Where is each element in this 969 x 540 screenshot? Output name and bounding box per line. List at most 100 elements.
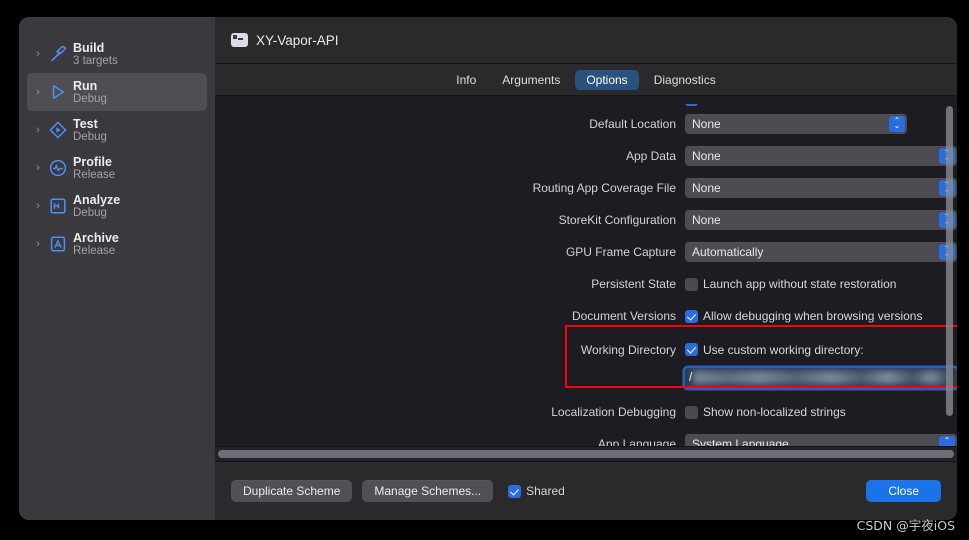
scheme-editor-window: › Build 3 targets › Run Debug › Test Deb…	[19, 17, 957, 520]
sidebar-item-subtitle: Release	[73, 168, 116, 181]
chevron-right-icon[interactable]: ›	[31, 48, 45, 60]
options-list: Core Location Allow Location Simulation …	[215, 96, 957, 446]
option-row-gpu-frame-capture: GPU Frame Capture Automatically ⌃ ⌄	[215, 236, 957, 268]
vertical-scrollbar[interactable]	[946, 106, 953, 416]
sidebar-item-run[interactable]: › Run Debug	[27, 73, 207, 111]
checkbox-label-shared: Shared	[526, 484, 565, 498]
option-label-localization-debug: Localization Debugging	[551, 405, 676, 419]
path-text: /	[689, 372, 693, 384]
watermark: CSDN @宇夜iOS	[856, 518, 955, 533]
scheme-name: XY-Vapor-API	[256, 32, 339, 48]
chevron-down-icon: ⌄	[943, 441, 951, 446]
popup-value-default-location: None	[692, 117, 721, 131]
option-label-storekit-config: StoreKit Configuration	[558, 213, 676, 227]
sidebar-item-subtitle: Debug	[73, 206, 107, 219]
option-row-routing-coverage: Routing App Coverage File None ⌃ ⌄	[215, 172, 957, 204]
archive-box-icon	[45, 232, 71, 256]
shared-checkbox-group[interactable]: Shared	[508, 484, 565, 498]
sidebar-item-title: Profile	[73, 154, 112, 169]
chevron-right-icon[interactable]: ›	[31, 124, 45, 136]
popup-default-location[interactable]: None ⌃ ⌄	[685, 114, 907, 134]
popup-storekit-config[interactable]: None ⌃ ⌄	[685, 210, 957, 230]
options-tabbar: Info Arguments Options Diagnostics	[215, 64, 957, 96]
option-row-app-language: App Language System Language ⌃ ⌄	[215, 428, 957, 446]
checkbox-document-versions[interactable]	[685, 309, 698, 323]
option-row-working-directory: Working Directory Use custom working dir…	[215, 335, 957, 364]
duplicate-scheme-button[interactable]: Duplicate Scheme	[231, 480, 353, 502]
scheme-titlebar: XY-Vapor-API	[215, 17, 957, 64]
sidebar-item-build[interactable]: › Build 3 targets	[27, 35, 207, 73]
popup-gpu-frame-capture[interactable]: Automatically ⌃ ⌄	[685, 242, 957, 262]
popup-value-routing-coverage: None	[692, 181, 721, 195]
stepper-icon[interactable]: ⌃ ⌄	[889, 116, 905, 132]
checkbox-label-working-directory: Use custom working directory:	[703, 342, 864, 357]
popup-value-gpu-frame-capture: Automatically	[692, 245, 764, 259]
option-row-working-directory-path: /	[215, 364, 957, 392]
tab-diagnostics[interactable]: Diagnostics	[643, 70, 727, 90]
option-row-document-versions: Document Versions Allow debugging when b…	[215, 300, 957, 332]
option-row-persistent-state: Persistent State Launch app without stat…	[215, 268, 957, 300]
chevron-right-icon[interactable]: ›	[31, 162, 45, 174]
hammer-icon	[45, 42, 71, 66]
checkbox-shared[interactable]	[508, 484, 522, 498]
stepper-icon[interactable]: ⌃ ⌄	[939, 436, 955, 446]
sidebar-item-archive[interactable]: › Archive Release	[27, 225, 207, 263]
checkbox-label-document-versions: Allow debugging when browsing versions	[703, 309, 923, 323]
horizontal-scrollbar-track[interactable]	[215, 446, 957, 461]
chevron-right-icon[interactable]: ›	[31, 238, 45, 250]
diamond-play-icon	[45, 118, 71, 142]
option-row-default-location: Default Location None ⌃ ⌄	[215, 108, 957, 140]
tab-options[interactable]: Options	[575, 69, 639, 90]
sidebar-item-subtitle: Debug	[73, 92, 107, 105]
redacted-path-overlay	[693, 371, 949, 384]
scheme-editor-content: XY-Vapor-API Info Arguments Options Diag…	[215, 17, 957, 520]
checkbox-label-localization-debug: Show non-localized strings	[703, 405, 846, 419]
tab-info[interactable]: Info	[445, 70, 487, 90]
sidebar-item-title: Archive	[73, 230, 119, 245]
option-label-app-language: App Language	[597, 437, 676, 446]
chevron-down-icon: ⌄	[893, 121, 901, 130]
sidebar-item-analyze[interactable]: › Analyze Debug	[27, 187, 207, 225]
popup-value-app-data: None	[692, 149, 721, 163]
sidebar-item-title: Test	[73, 116, 98, 131]
sidebar-item-title: Run	[73, 78, 98, 93]
option-label-app-data: App Data	[625, 149, 676, 163]
sidebar-item-subtitle: Release	[73, 244, 116, 257]
sidebar-item-title: Build	[73, 40, 105, 55]
scheme-actions-sidebar: › Build 3 targets › Run Debug › Test Deb…	[19, 17, 215, 520]
sidebar-item-subtitle: 3 targets	[73, 54, 118, 67]
chevron-right-icon[interactable]: ›	[31, 86, 45, 98]
checkbox-working-directory[interactable]	[685, 343, 698, 356]
tab-arguments[interactable]: Arguments	[491, 70, 571, 90]
sidebar-item-test[interactable]: › Test Debug	[27, 111, 207, 149]
sidebar-item-title: Analyze	[73, 192, 121, 207]
working-directory-path-input[interactable]: /	[685, 368, 957, 388]
option-row-app-data: App Data None ⌃ ⌄	[215, 140, 957, 172]
option-label-default-location: Default Location	[589, 117, 676, 131]
option-label-working-directory: Working Directory	[580, 342, 676, 357]
popup-app-data[interactable]: None ⌃ ⌄	[685, 146, 957, 166]
option-row-storekit-config: StoreKit Configuration None ⌃ ⌄	[215, 204, 957, 236]
manage-schemes-button[interactable]: Manage Schemes...	[362, 480, 494, 502]
popup-value-app-language: System Language	[692, 437, 789, 446]
options-scroll-area[interactable]: Core Location Allow Location Simulation …	[215, 96, 957, 446]
option-label-routing-coverage: Routing App Coverage File	[532, 181, 676, 195]
option-row-localization-debug: Localization Debugging Show non-localize…	[215, 396, 957, 428]
gauge-icon	[45, 156, 71, 180]
option-label-gpu-frame-capture: GPU Frame Capture	[565, 245, 676, 259]
sidebar-item-profile[interactable]: › Profile Release	[27, 149, 207, 187]
chevron-right-icon[interactable]: ›	[31, 200, 45, 212]
horizontal-scrollbar-thumb[interactable]	[218, 450, 954, 458]
close-button[interactable]: Close	[866, 480, 941, 502]
checkbox-persistent-state[interactable]	[685, 277, 698, 291]
scroll-clip-mask	[215, 96, 957, 104]
popup-routing-coverage[interactable]: None ⌃ ⌄	[685, 178, 957, 198]
option-label-document-versions: Document Versions	[571, 309, 676, 323]
terminal-executable-icon	[231, 33, 248, 47]
option-label-persistent-state: Persistent State	[591, 277, 676, 291]
sidebar-item-subtitle: Debug	[73, 130, 107, 143]
popup-app-language[interactable]: System Language ⌃ ⌄	[685, 434, 957, 446]
play-icon	[45, 80, 71, 104]
checkbox-localization-debug[interactable]	[685, 405, 698, 419]
checkbox-label-persistent-state: Launch app without state restoration	[703, 277, 897, 291]
